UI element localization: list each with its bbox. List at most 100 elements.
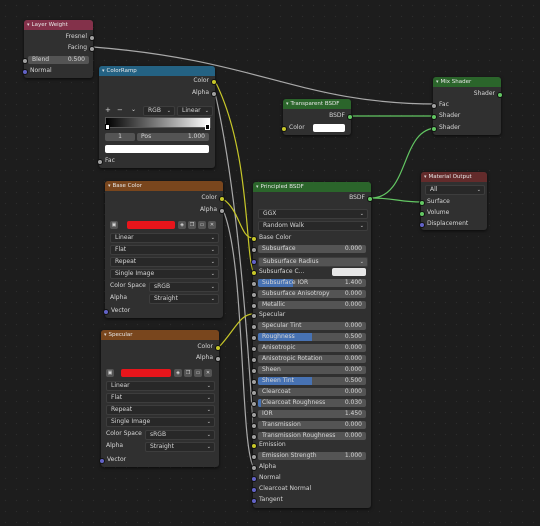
principled-row-field[interactable]: Anisotropic Rotation 0.000 xyxy=(258,355,366,363)
row-input-socket[interactable] xyxy=(251,412,257,418)
colorramp-header[interactable]: ▾ ColorRamp xyxy=(99,66,215,76)
extension-dropdown[interactable]: Repeat ⌄ xyxy=(110,257,219,267)
collapse-chevron-icon[interactable]: ▾ xyxy=(102,68,105,74)
colorramp-node[interactable]: ▾ ColorRamp Color Alpha + − ⌄ RGB ⌄ Linear… xyxy=(97,66,217,168)
alpha-output-socket[interactable] xyxy=(219,208,225,214)
color-output-socket[interactable] xyxy=(219,196,225,202)
vector-input-socket[interactable] xyxy=(103,309,109,315)
material-output-header[interactable]: ▾ Material Output xyxy=(421,172,487,182)
subsurface-anisotropy-input-socket[interactable] xyxy=(251,292,257,298)
image-name-field[interactable] xyxy=(127,221,175,229)
subsurface-field[interactable]: Subsurface 0.000 xyxy=(258,245,366,253)
base-color-header[interactable]: ▾ Base Color xyxy=(105,181,223,191)
principled-bsdf-header[interactable]: ▾ Principled BSDF xyxy=(253,182,371,192)
emission-strength-field[interactable]: Emission Strength 1.000 xyxy=(258,452,366,460)
open-folder-icon[interactable]: ▭ xyxy=(194,369,202,377)
add-stop-button[interactable]: + xyxy=(105,106,111,114)
target-dropdown[interactable]: All ⌄ xyxy=(425,185,485,195)
stop-color-swatch[interactable] xyxy=(105,145,209,153)
alpha-output-socket[interactable] xyxy=(215,356,221,362)
shader2-input-socket[interactable] xyxy=(431,126,437,132)
open-folder-icon[interactable]: ▭ xyxy=(198,221,206,229)
source-dropdown[interactable]: Single Image ⌄ xyxy=(110,269,219,279)
remove-stop-button[interactable]: − xyxy=(117,106,123,114)
principled-row-field[interactable]: Specular Tint 0.000 xyxy=(258,322,366,330)
collapse-chevron-icon[interactable]: ▾ xyxy=(286,101,289,107)
color-space-dropdown[interactable]: sRGB ⌄ xyxy=(149,282,219,292)
shader1-input-socket[interactable] xyxy=(431,114,437,120)
principled-row-field[interactable]: Roughness 0.500 xyxy=(258,333,366,341)
principled-bsdf-node[interactable]: ▾ Principled BSDF BSDF GGX ⌄ Random Walk ⌄ … xyxy=(251,182,373,508)
tangent-input-socket[interactable] xyxy=(251,498,257,504)
mix-shader-header[interactable]: ▾ Mix Shader xyxy=(433,77,501,87)
facing-output-socket[interactable] xyxy=(89,46,95,52)
base-color-input-socket[interactable] xyxy=(251,236,257,242)
projection-dropdown[interactable]: Flat ⌄ xyxy=(110,245,219,255)
unlink-close-icon[interactable]: ✕ xyxy=(208,221,216,229)
surface-input-socket[interactable] xyxy=(419,200,425,206)
interpolation-dropdown[interactable]: Linear ⌄ xyxy=(106,381,215,391)
principled-row-field[interactable]: Sheen Tint 0.500 xyxy=(258,377,366,385)
subsurface-input-socket[interactable] xyxy=(251,247,257,253)
fake-user-shield-icon[interactable]: ◈ xyxy=(174,369,182,377)
projection-dropdown[interactable]: Flat ⌄ xyxy=(106,393,215,403)
fac-input-socket[interactable] xyxy=(431,103,437,109)
row-input-socket[interactable] xyxy=(251,368,257,374)
volume-input-socket[interactable] xyxy=(419,211,425,217)
image-name-field[interactable] xyxy=(121,369,171,377)
collapse-chevron-icon[interactable]: ▾ xyxy=(256,184,259,190)
extension-dropdown[interactable]: Repeat ⌄ xyxy=(106,405,215,415)
row-input-socket[interactable] xyxy=(251,335,257,341)
vector-input-socket[interactable] xyxy=(99,458,105,464)
transparent-bsdf-node[interactable]: ▾ Transparent BSDF BSDF Color xyxy=(281,99,353,135)
row-input-socket[interactable] xyxy=(251,379,257,385)
shader-output-socket[interactable] xyxy=(497,92,503,98)
alpha-mode-dropdown[interactable]: Straight ⌄ xyxy=(145,442,215,452)
layer-weight-header[interactable]: ▾ Layer Weight xyxy=(24,20,93,30)
displacement-input-socket[interactable] xyxy=(419,222,425,228)
interpolation-dropdown[interactable]: Linear ⌄ xyxy=(110,233,219,243)
clearcoat-normal-input-socket[interactable] xyxy=(251,487,257,493)
emission-strength-input-socket[interactable] xyxy=(251,454,257,460)
emission-input-socket[interactable] xyxy=(251,443,257,449)
alpha-input-socket[interactable] xyxy=(251,465,257,471)
subsurface-ior-input-socket[interactable] xyxy=(251,281,257,287)
fresnel-output-socket[interactable] xyxy=(89,35,95,41)
ramp-options-chevron-icon[interactable]: ⌄ xyxy=(131,106,136,114)
principled-row-field[interactable]: IOR 1.450 xyxy=(258,410,366,418)
row-input-socket[interactable] xyxy=(251,401,257,407)
principled-row-field[interactable]: Anisotropic 0.000 xyxy=(258,344,366,352)
specular-header[interactable]: ▾ Specular xyxy=(101,330,219,340)
color-output-socket[interactable] xyxy=(215,345,221,351)
image-browse-icon[interactable]: ▣ xyxy=(110,221,118,229)
transparent-bsdf-header[interactable]: ▾ Transparent BSDF xyxy=(283,99,351,109)
unlink-close-icon[interactable]: ✕ xyxy=(204,369,212,377)
subsurface-color-swatch[interactable] xyxy=(332,268,366,276)
specular-texture-node[interactable]: ▾ Specular Color Alpha ▣ ◈ ❐ ▭ ✕ Linear ⌄ … xyxy=(99,330,221,467)
principled-row-field[interactable]: Transmission 0.000 xyxy=(258,421,366,429)
principled-row-field[interactable]: Sheen 0.000 xyxy=(258,366,366,374)
collapse-chevron-icon[interactable]: ▾ xyxy=(424,174,427,180)
base-color-texture-node[interactable]: ▾ Base Color Color Alpha ▣ ◈ ❐ ▭ ✕ Linear… xyxy=(103,181,225,318)
normal-input-socket[interactable] xyxy=(251,476,257,482)
subsurface-method-dropdown[interactable]: Random Walk ⌄ xyxy=(258,221,368,231)
fac-input-socket[interactable] xyxy=(97,159,103,165)
subsurface-color-input-socket[interactable] xyxy=(251,270,257,276)
color-stop-black[interactable] xyxy=(105,124,110,130)
principled-row-field[interactable]: Clearcoat 0.000 xyxy=(258,388,366,396)
metallic-input-socket[interactable] xyxy=(251,303,257,309)
collapse-chevron-icon[interactable]: ▾ xyxy=(108,183,111,189)
row-input-socket[interactable] xyxy=(251,434,257,440)
image-browse-icon[interactable]: ▣ xyxy=(106,369,114,377)
mix-shader-node[interactable]: ▾ Mix Shader Shader Fac Shader Shader xyxy=(431,77,503,135)
color-input-socket[interactable] xyxy=(281,126,287,132)
blend-input-socket[interactable] xyxy=(22,58,28,64)
bsdf-output-socket[interactable] xyxy=(367,196,373,202)
collapse-chevron-icon[interactable]: ▾ xyxy=(104,332,107,338)
source-dropdown[interactable]: Single Image ⌄ xyxy=(106,417,215,427)
normal-input-socket[interactable] xyxy=(22,69,28,75)
alpha-mode-dropdown[interactable]: Straight ⌄ xyxy=(149,294,219,304)
stop-index-field[interactable]: 1 xyxy=(105,133,135,141)
row-input-socket[interactable] xyxy=(251,423,257,429)
color-space-dropdown[interactable]: sRGB ⌄ xyxy=(145,430,215,440)
